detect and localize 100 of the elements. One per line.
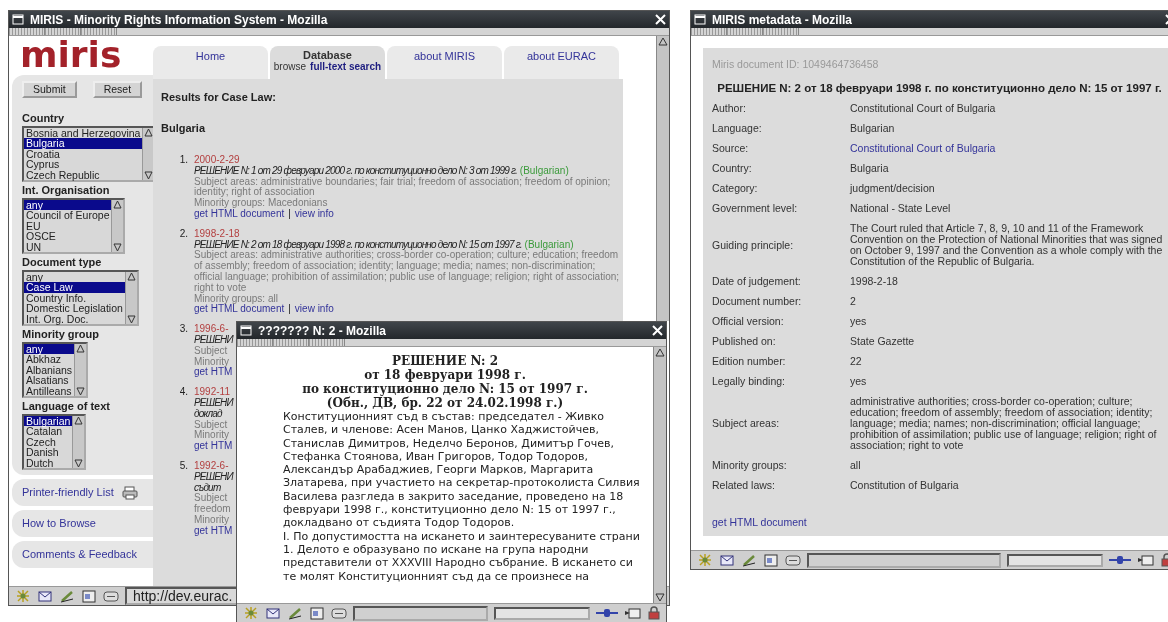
up-arrow-icon[interactable] bbox=[654, 347, 666, 359]
list-option[interactable]: Bulgaria bbox=[24, 138, 143, 149]
list-option[interactable]: Int. Org. Doc. bbox=[24, 313, 125, 325]
window-menu-icon[interactable] bbox=[694, 14, 706, 25]
list-option[interactable]: Danish bbox=[24, 447, 73, 458]
nav-tab[interactable]: Home bbox=[153, 46, 268, 79]
up-arrow-icon[interactable] bbox=[657, 36, 669, 48]
window-menu-icon[interactable] bbox=[12, 14, 24, 25]
field-label: Published on: bbox=[712, 336, 777, 347]
result-detail: Minority bbox=[194, 514, 229, 526]
list-option[interactable]: EU bbox=[24, 220, 112, 232]
document-link[interactable]: get HTML document bbox=[712, 515, 807, 531]
list-option[interactable]: Bosnia and Herzegovina bbox=[24, 128, 143, 139]
source-link[interactable]: Constitutional Court of Bulgaria bbox=[850, 143, 1167, 154]
printer-icon[interactable] bbox=[121, 485, 138, 500]
sub-link[interactable]: browse bbox=[273, 61, 307, 73]
list-option[interactable]: Country Info. bbox=[24, 292, 125, 304]
nav-tab[interactable]: about MIRIS bbox=[387, 46, 502, 79]
down-arrow-icon[interactable] bbox=[125, 314, 137, 324]
list-option[interactable]: UN bbox=[24, 241, 112, 253]
up-arrow-icon[interactable] bbox=[75, 344, 87, 354]
up-arrow-icon[interactable] bbox=[143, 128, 155, 138]
list-option[interactable]: Bulgarian bbox=[24, 416, 73, 427]
chat-icon[interactable] bbox=[785, 553, 801, 567]
up-arrow-icon[interactable] bbox=[125, 272, 137, 282]
listbox[interactable]: any Case Law Country Info. Domestic Legislation Int. Org. Doc. bbox=[22, 270, 139, 326]
sparkle-icon[interactable] bbox=[243, 606, 259, 620]
list-option[interactable]: any bbox=[24, 272, 125, 283]
document-link[interactable]: get HTM bbox=[194, 367, 233, 379]
result-date-link[interactable]: 1998-2-18 bbox=[194, 228, 621, 240]
result-date-link[interactable]: 1992-11 bbox=[194, 387, 233, 398]
result-title: доклад bbox=[194, 407, 222, 419]
result-date-link[interactable]: 1992-6- bbox=[194, 460, 233, 472]
listbox[interactable]: any Abkhaz Albanians Alsatians Antilleans bbox=[22, 342, 89, 398]
pen-icon[interactable] bbox=[59, 589, 75, 603]
down-arrow-icon[interactable] bbox=[143, 170, 155, 180]
scrollbar[interactable] bbox=[74, 344, 87, 396]
document-link[interactable]: get HTML document bbox=[194, 304, 285, 316]
list-option[interactable]: any bbox=[24, 344, 75, 355]
list-option[interactable]: Alsatians bbox=[24, 375, 75, 386]
document-link[interactable]: get HTML document bbox=[194, 209, 285, 220]
reset-button[interactable]: Reset bbox=[92, 81, 143, 98]
sparkle-icon[interactable] bbox=[697, 553, 713, 567]
list-option[interactable]: Case Law bbox=[24, 282, 125, 293]
card-icon[interactable] bbox=[81, 589, 97, 603]
list-option[interactable]: OSCE bbox=[24, 231, 112, 242]
list-option[interactable]: Domestic Legislation bbox=[24, 303, 125, 314]
nav-tab[interactable]: Database bbox=[270, 49, 385, 61]
lock-icon[interactable] bbox=[648, 606, 660, 620]
list-option[interactable]: Czech bbox=[24, 436, 73, 448]
down-arrow-icon[interactable] bbox=[73, 458, 85, 468]
document-link[interactable]: view info bbox=[294, 304, 334, 316]
result-date-link[interactable]: 1996-6- bbox=[194, 324, 233, 335]
result-date-link[interactable]: 2000-2-29 bbox=[194, 155, 621, 166]
nav-tab[interactable]: about EURAC bbox=[504, 46, 619, 79]
scrollbar[interactable] bbox=[653, 347, 666, 603]
tag-icon[interactable] bbox=[1137, 553, 1155, 567]
sidebar-link[interactable]: Comments & Feedback bbox=[22, 546, 137, 563]
list-option[interactable]: Albanians bbox=[24, 364, 75, 376]
list-option[interactable]: Czech Republic bbox=[24, 169, 143, 181]
plug-icon[interactable] bbox=[1109, 553, 1131, 567]
up-arrow-icon[interactable] bbox=[112, 200, 124, 210]
list-option[interactable]: Cyprus bbox=[24, 159, 143, 170]
field-label: Country: bbox=[712, 163, 753, 174]
sub-link[interactable]: full-text search bbox=[310, 61, 382, 73]
mail-icon[interactable] bbox=[37, 589, 53, 603]
tag-icon[interactable] bbox=[624, 606, 642, 620]
pen-icon[interactable] bbox=[741, 553, 757, 567]
mail-icon[interactable] bbox=[265, 606, 281, 620]
list-option[interactable]: Antilleans bbox=[24, 385, 75, 397]
card-icon[interactable] bbox=[309, 606, 325, 620]
sidebar-link[interactable]: Printer-friendly List bbox=[22, 484, 114, 501]
scrollbar[interactable] bbox=[142, 128, 155, 180]
scrollbar[interactable] bbox=[111, 200, 124, 252]
scrollbar[interactable] bbox=[72, 416, 85, 468]
list-option[interactable]: Dutch bbox=[24, 457, 73, 469]
listbox[interactable]: Bulgarian Catalan Czech Danish Dutch bbox=[22, 414, 87, 470]
card-icon[interactable] bbox=[763, 553, 779, 567]
submit-button[interactable]: Submit bbox=[22, 81, 77, 98]
down-arrow-icon[interactable] bbox=[654, 591, 666, 603]
document-link[interactable]: get HTM bbox=[194, 525, 233, 537]
document-link[interactable]: view info bbox=[294, 209, 334, 220]
close-icon[interactable] bbox=[652, 325, 663, 336]
chat-icon[interactable] bbox=[331, 606, 347, 620]
site-logo[interactable]: miris bbox=[20, 40, 122, 70]
close-icon[interactable] bbox=[655, 14, 666, 25]
list-option[interactable]: Croatia bbox=[24, 148, 143, 160]
sparkle-icon[interactable] bbox=[15, 589, 31, 603]
down-arrow-icon[interactable] bbox=[75, 386, 87, 396]
window-menu-icon[interactable] bbox=[240, 325, 252, 336]
chat-icon[interactable] bbox=[103, 589, 119, 603]
pen-icon[interactable] bbox=[287, 606, 303, 620]
up-arrow-icon[interactable] bbox=[73, 416, 85, 426]
document-link[interactable]: get HTM bbox=[194, 441, 233, 452]
sidebar-link[interactable]: How to Browse bbox=[22, 515, 96, 532]
scrollbar[interactable] bbox=[656, 36, 669, 321]
scrollbar[interactable] bbox=[124, 272, 137, 324]
plug-icon[interactable] bbox=[596, 606, 618, 620]
mail-icon[interactable] bbox=[719, 553, 735, 567]
down-arrow-icon[interactable] bbox=[112, 242, 124, 252]
